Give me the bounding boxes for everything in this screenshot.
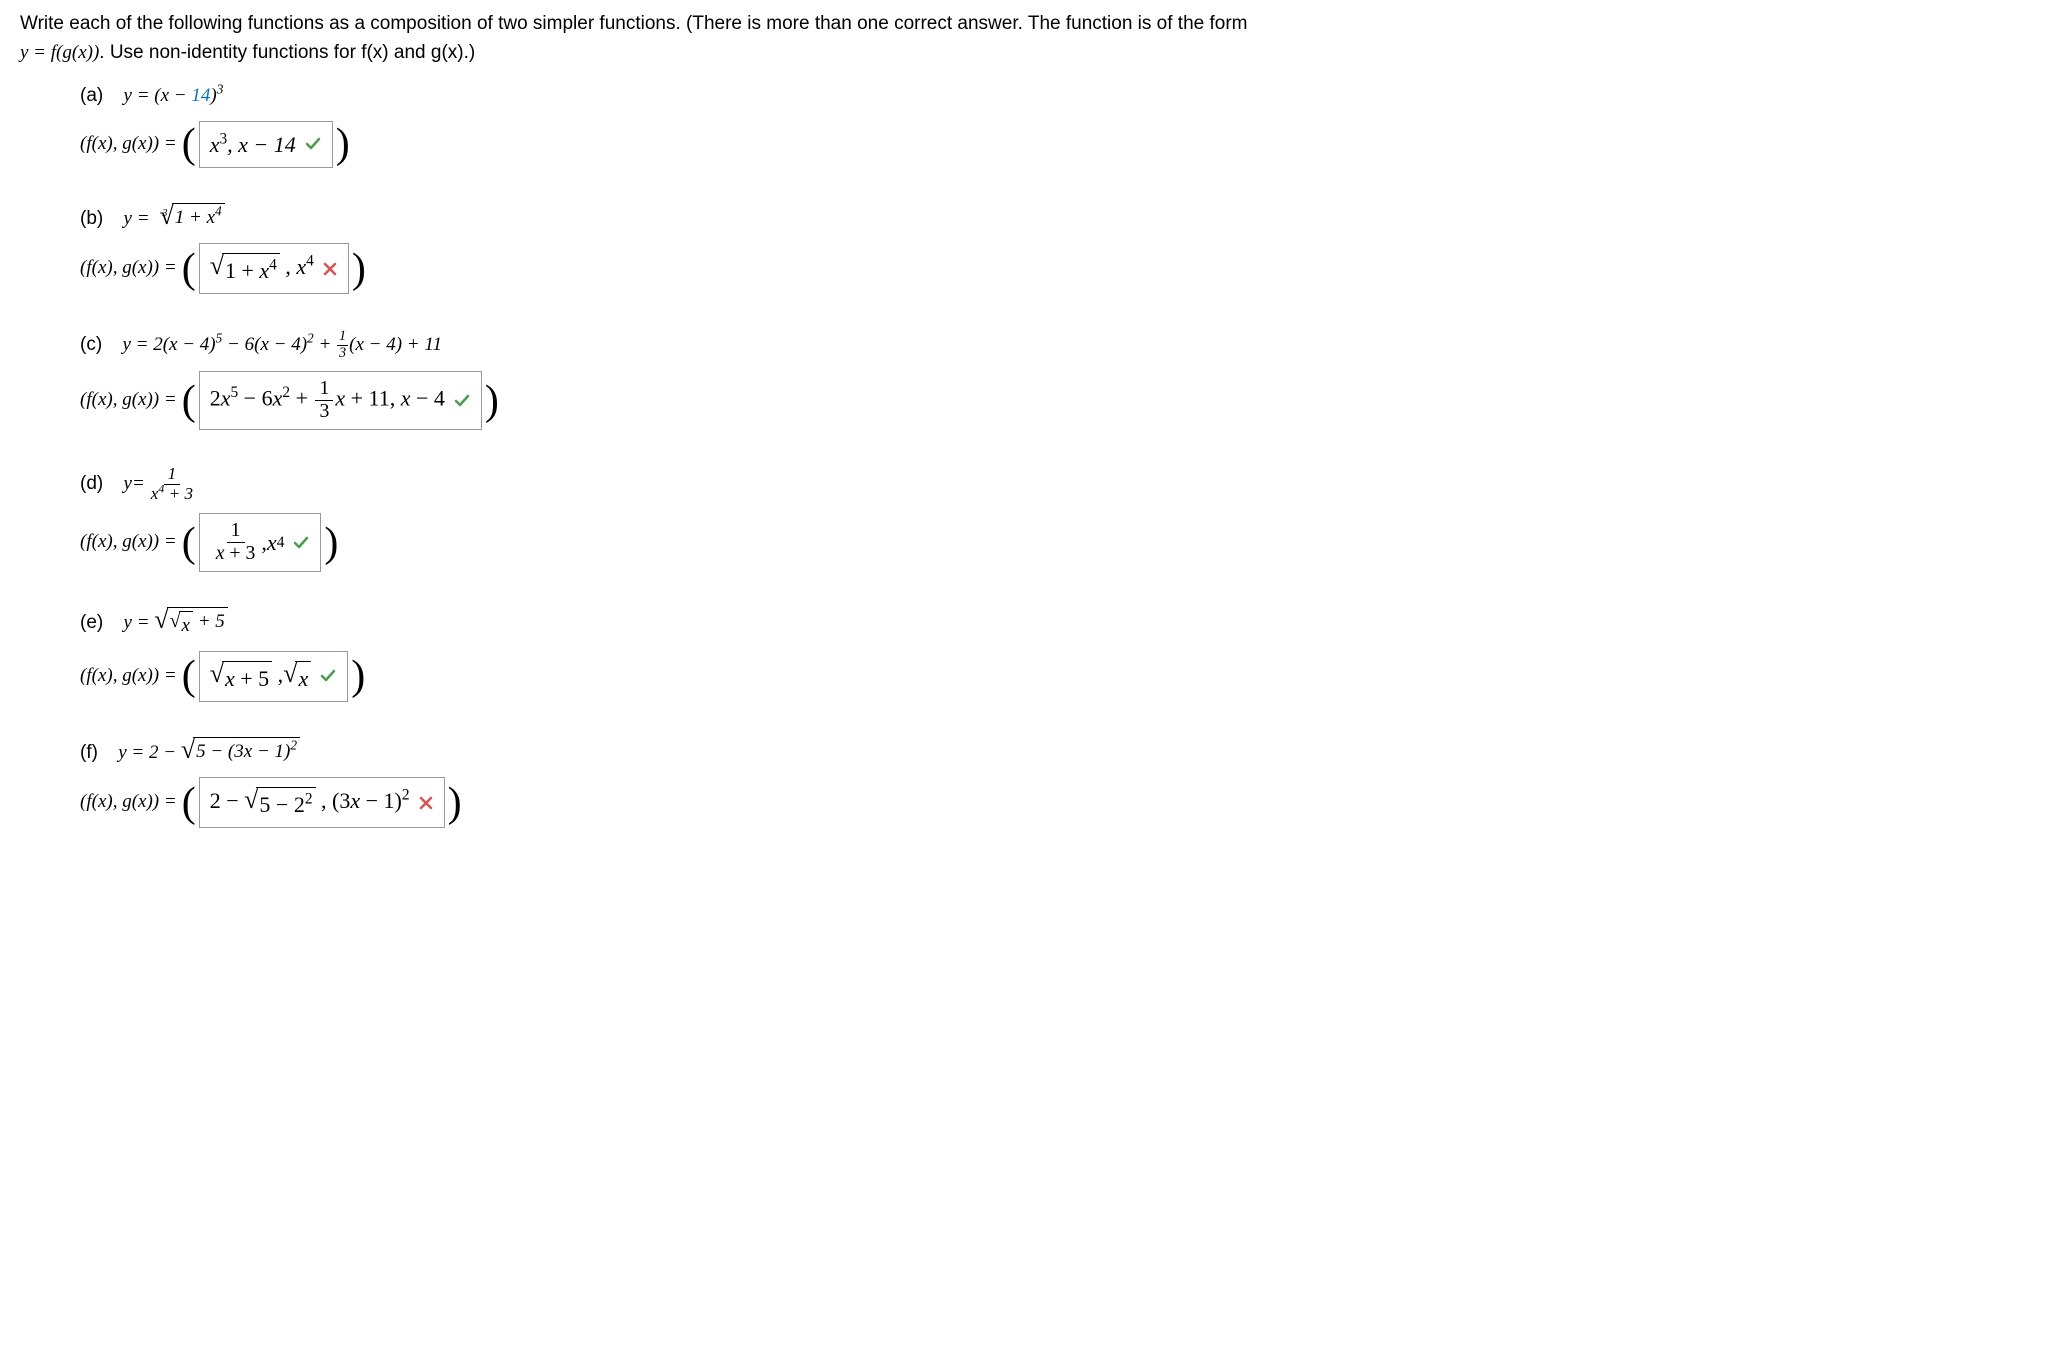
open-paren: ( [182, 655, 196, 697]
part-label-c: (c) [80, 331, 102, 360]
answer-b: (f(x), g(x)) = ( √1 + x4 , x4 ) [80, 243, 2026, 294]
answer-e: (f(x), g(x)) = ( √x + 5 ,√x ) [80, 651, 2026, 702]
part-label-a: (a) [80, 82, 103, 111]
problem-e: (e) y = √√x + 5 (f(x), g(x)) = ( √x + 5 … [80, 607, 2026, 702]
check-icon [292, 534, 310, 552]
question-f: (f) y = 2 − √5 − (3x − 1)2 [80, 737, 2026, 768]
answer-input-f[interactable]: 2 − √5 − 22 , (3x − 1)2 [199, 777, 445, 828]
problem-a: (a) y = (x − 14)3 (f(x), g(x)) = ( x3, x… [80, 82, 2026, 168]
answer-label: (f(x), g(x)) = [80, 528, 177, 557]
answer-label: (f(x), g(x)) = [80, 254, 177, 283]
part-label-e: (e) [80, 609, 103, 638]
answer-label: (f(x), g(x)) = [80, 662, 177, 691]
close-paren: ) [485, 380, 499, 422]
instruction-formula: y = f(g(x)) [20, 42, 99, 63]
open-paren: ( [182, 522, 196, 564]
problem-b: (b) y = 3√1 + x4 (f(x), g(x)) = ( √1 + x… [80, 203, 2026, 295]
answer-label: (f(x), g(x)) = [80, 788, 177, 817]
answer-input-e[interactable]: √x + 5 ,√x [199, 651, 349, 702]
answer-label: (f(x), g(x)) = [80, 386, 177, 415]
question-d: (d) y = 1x4 + 3 [80, 465, 2026, 504]
cross-icon [418, 795, 434, 811]
answer-input-a[interactable]: x3, x − 14 [199, 121, 333, 168]
open-paren: ( [182, 248, 196, 290]
close-paren: ) [448, 782, 462, 824]
close-paren: ) [351, 655, 365, 697]
check-icon [304, 135, 322, 153]
open-paren: ( [182, 123, 196, 165]
question-e: (e) y = √√x + 5 [80, 607, 2026, 641]
question-a: (a) y = (x − 14)3 [80, 82, 2026, 111]
answer-input-c[interactable]: 2x5 − 6x2 + 13x + 11, x − 4 [199, 371, 482, 430]
answer-label: (f(x), g(x)) = [80, 130, 177, 159]
close-paren: ) [324, 522, 338, 564]
answer-input-b[interactable]: √1 + x4 , x4 [199, 243, 349, 294]
problem-c: (c) y = 2(x − 4)5 − 6(x − 4)2 + 13(x − 4… [80, 329, 2026, 430]
close-paren: ) [336, 123, 350, 165]
check-icon [453, 392, 471, 410]
answer-d: (f(x), g(x)) = ( 1x + 3, x4 ) [80, 513, 2026, 572]
instruction-text-1: Write each of the following functions as… [20, 13, 1248, 34]
part-label-b: (b) [80, 205, 103, 234]
answer-c: (f(x), g(x)) = ( 2x5 − 6x2 + 13x + 11, x… [80, 371, 2026, 430]
answer-f: (f(x), g(x)) = ( 2 − √5 − 22 , (3x − 1)2… [80, 777, 2026, 828]
cross-icon [322, 261, 338, 277]
problem-f: (f) y = 2 − √5 − (3x − 1)2 (f(x), g(x)) … [80, 737, 2026, 829]
part-label-d: (d) [80, 470, 103, 499]
part-label-f: (f) [80, 739, 98, 768]
answer-input-d[interactable]: 1x + 3, x4 [199, 513, 322, 572]
open-paren: ( [182, 380, 196, 422]
problem-d: (d) y = 1x4 + 3 (f(x), g(x)) = ( 1x + 3,… [80, 465, 2026, 572]
instruction-text-2: . Use non-identity functions for f(x) an… [99, 42, 475, 63]
instructions: Write each of the following functions as… [20, 10, 2026, 67]
close-paren: ) [352, 248, 366, 290]
open-paren: ( [182, 782, 196, 824]
question-c: (c) y = 2(x − 4)5 − 6(x − 4)2 + 13(x − 4… [80, 329, 2026, 361]
answer-a: (f(x), g(x)) = ( x3, x − 14 ) [80, 121, 2026, 168]
question-b: (b) y = 3√1 + x4 [80, 203, 2026, 234]
check-icon [319, 667, 337, 685]
